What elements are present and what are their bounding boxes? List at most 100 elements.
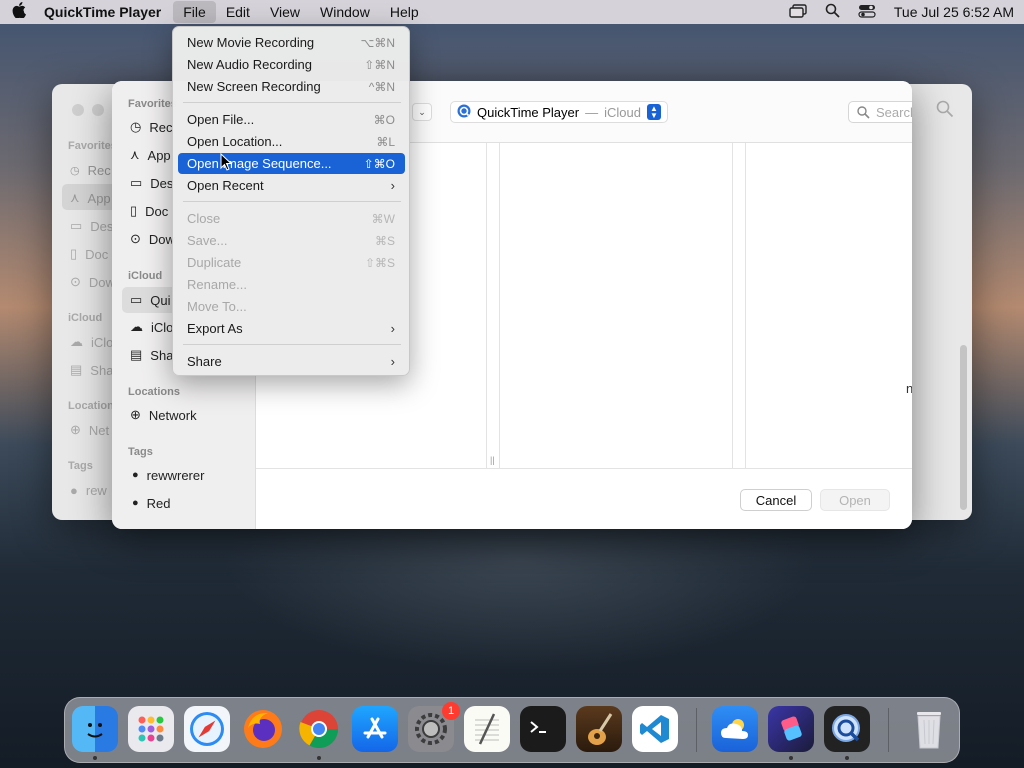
sidebar-item-quicktime[interactable]: ▭ Qui (130, 288, 171, 312)
back-sidebar-applications[interactable]: ⋏ App (70, 186, 111, 210)
menu-shortcut: ⇧⌘S (364, 255, 395, 270)
menu-file[interactable]: File (173, 1, 216, 23)
garageband-icon[interactable] (576, 706, 622, 752)
menu-item-open-location[interactable]: Open Location... ⌘L (178, 131, 405, 152)
terminal-icon[interactable] (520, 706, 566, 752)
tag-dot-icon: ● (132, 469, 139, 481)
location-popup[interactable]: QuickTime Player — iCloud ▲ ▼ (450, 101, 668, 123)
screen-mirroring-icon[interactable] (789, 3, 807, 21)
submenu-chevron-icon: › (390, 321, 395, 336)
menu-item-open-image-sequence[interactable]: Open Image Sequence... ⇧⌘O (178, 153, 405, 174)
menu-item-new-screen-recording[interactable]: New Screen Recording ^⌘N (178, 76, 405, 97)
menu-window[interactable]: Window (310, 1, 380, 23)
sidebar-item-applications[interactable]: ⋏ App (130, 143, 171, 167)
back-sidebar-network[interactable]: ⊕ Net (70, 418, 109, 442)
sidebar-item-network[interactable]: ⊕ Network (130, 403, 197, 427)
back-sidebar-shared[interactable]: ▤ Sha (70, 358, 113, 382)
menu-item-label: Open Recent (187, 178, 264, 193)
menu-item-close[interactable]: Close ⌘W (178, 208, 405, 229)
menu-edit[interactable]: Edit (216, 1, 260, 23)
tags-heading: Tags (128, 446, 153, 458)
desktop-icon: ▭ (70, 218, 83, 233)
search-field[interactable]: Search (848, 101, 912, 123)
sidebar-item-recents[interactable]: ◷ Rec (130, 115, 172, 139)
menu-item-rename[interactable]: Rename... (178, 274, 405, 295)
sidebar-tag-rewwrerer[interactable]: ● rewwrerer (132, 463, 204, 487)
menu-item-label: Open File... (187, 112, 255, 127)
menu-item-label: Close (187, 211, 221, 226)
back-sidebar-label: Net (88, 422, 110, 438)
spotlight-search-icon[interactable] (825, 3, 840, 21)
textedit-icon[interactable] (464, 706, 510, 752)
back-scrollbar[interactable] (960, 345, 967, 510)
menu-help[interactable]: Help (380, 1, 429, 23)
sidebar-label: rewwrerer (146, 467, 205, 483)
open-button[interactable]: Open (820, 489, 890, 511)
menu-item-label: Export As (187, 321, 243, 336)
back-sidebar-icloud-drive[interactable]: ☁ iClo (70, 330, 113, 354)
submenu-chevron-icon: › (390, 178, 395, 193)
sidebar-item-desktop[interactable]: ▭ Des (130, 171, 173, 195)
chrome-icon[interactable] (296, 706, 342, 752)
mouse-cursor-icon (220, 152, 233, 176)
back-sidebar-downloads[interactable]: ⊙ Dow (70, 270, 115, 294)
document-icon: ▯ (70, 246, 78, 261)
sidebar-item-icloud-drive[interactable]: ☁ iClo (130, 315, 173, 339)
window-minimize-dot[interactable] (92, 104, 104, 116)
menu-item-new-audio-recording[interactable]: New Audio Recording ⇧⌘N (178, 54, 405, 75)
launchpad-icon[interactable] (128, 706, 174, 752)
sidebar-item-documents[interactable]: ▯ Doc (130, 199, 168, 223)
menu-app-name[interactable]: QuickTime Player (38, 1, 173, 23)
column-divider[interactable] (486, 143, 500, 468)
safari-icon[interactable] (184, 706, 230, 752)
column-resize-handle[interactable]: || (490, 455, 495, 465)
menu-item-export-as[interactable]: Export As › (178, 318, 405, 339)
apple-menu-icon[interactable] (0, 1, 38, 23)
menu-item-new-movie-recording[interactable]: New Movie Recording ⌥⌘N (178, 32, 405, 53)
back-sidebar-recents[interactable]: ◷ Rec (70, 158, 111, 182)
cancel-button[interactable]: Cancel (740, 489, 812, 511)
column-divider[interactable] (732, 143, 746, 468)
back-search-icon[interactable] (936, 100, 954, 123)
notification-badge: 1 (442, 702, 460, 720)
back-sidebar-label: Sha (90, 362, 114, 378)
sidebar-label: App (147, 147, 171, 163)
menu-item-open-file[interactable]: Open File... ⌘O (178, 109, 405, 130)
finder-icon[interactable] (72, 706, 118, 752)
menu-item-move-to[interactable]: Move To... (178, 296, 405, 317)
sidebar-item-downloads[interactable]: ⊙ Dow (130, 227, 175, 251)
menu-item-share[interactable]: Share › (178, 351, 405, 372)
sidebar-label: Des (150, 175, 174, 191)
shortcuts-icon[interactable] (768, 706, 814, 752)
sidebar-tag-red[interactable]: ● Red (132, 491, 171, 515)
back-sidebar-tag[interactable]: ● rew (70, 478, 107, 502)
menu-item-duplicate[interactable]: Duplicate ⇧⌘S (178, 252, 405, 273)
menu-shortcut: ⌘O (373, 112, 395, 127)
view-options-chevron-icon[interactable]: ⌄ (412, 103, 432, 121)
back-sidebar-label: rew (85, 482, 107, 498)
menu-clock[interactable]: Tue Jul 25 6:52 AM (894, 4, 1014, 20)
menu-item-label: Open Location... (187, 134, 283, 149)
sidebar-item-shared[interactable]: ▤ Sha (130, 343, 173, 367)
menu-view[interactable]: View (260, 1, 310, 23)
quicktime-player-icon[interactable] (824, 706, 870, 752)
applications-icon: ⋏ (130, 147, 140, 162)
menu-item-open-recent[interactable]: Open Recent › (178, 175, 405, 196)
control-center-icon[interactable] (858, 4, 876, 21)
back-sidebar-desktop[interactable]: ▭ Des (70, 214, 113, 238)
download-icon: ⊙ (70, 274, 81, 289)
vscode-icon[interactable] (632, 706, 678, 752)
trash-icon[interactable] (906, 706, 952, 752)
applications-icon: ⋏ (70, 190, 80, 205)
window-close-dot[interactable] (72, 104, 84, 116)
popup-stepper-icon: ▲ ▼ (646, 104, 661, 120)
back-locations-heading: Location (68, 400, 114, 412)
back-sidebar-label: Doc (85, 246, 109, 262)
weather-icon[interactable] (712, 706, 758, 752)
firefox-icon[interactable] (240, 706, 286, 752)
app-store-icon[interactable] (352, 706, 398, 752)
menu-shortcut: ⌥⌘N (360, 35, 396, 50)
desktop-icon: ▭ (130, 175, 143, 190)
back-sidebar-documents[interactable]: ▯ Doc (70, 242, 108, 266)
menu-item-save[interactable]: Save... ⌘S (178, 230, 405, 251)
